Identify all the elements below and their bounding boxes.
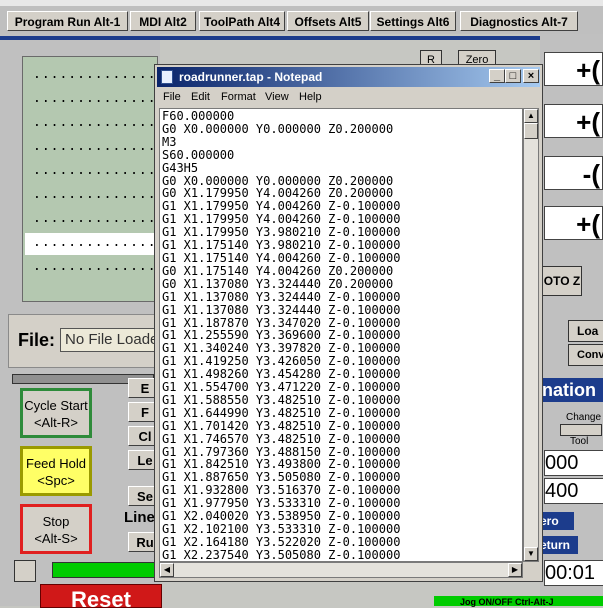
mach3-tab-strip: Program Run Alt-1 MDI Alt2 ToolPath Alt4… bbox=[0, 0, 603, 34]
tab-strip-top bbox=[0, 0, 603, 6]
line-label: Line bbox=[124, 509, 155, 526]
gcode-list-row: .............. bbox=[33, 187, 157, 202]
gcode-list-row: .............. bbox=[33, 211, 157, 226]
tab-toolpath[interactable]: ToolPath Alt4 bbox=[199, 11, 285, 31]
tool-label: Tool bbox=[570, 436, 589, 447]
notepad-window[interactable]: roadrunner.tap - Notepad _ □ × File Edit… bbox=[154, 64, 543, 582]
tab-diagnostics[interactable]: Diagnostics Alt-7 bbox=[460, 11, 578, 31]
cycle-start-button[interactable]: Cycle Start <Alt-R> bbox=[20, 388, 92, 438]
file-name-field: No File Loaded bbox=[60, 328, 160, 352]
gcode-list-row: .............. bbox=[33, 259, 157, 274]
tab-settings[interactable]: Settings Alt6 bbox=[370, 11, 456, 31]
gcode-line: G1 X1.701420 Y3.482510 Z-0.100000 bbox=[162, 418, 401, 433]
gcode-line: G1 X1.746570 Y3.482510 Z-0.100000 bbox=[162, 431, 401, 446]
gcode-line: G1 X1.137080 Y3.324440 Z-0.100000 bbox=[162, 302, 401, 317]
dro-y[interactable]: +( bbox=[544, 104, 603, 138]
change-tool-toggle[interactable] bbox=[560, 424, 602, 436]
gcode-list-row: .............. bbox=[33, 163, 157, 178]
notepad-titlebar[interactable]: roadrunner.tap - Notepad _ □ × bbox=[157, 67, 540, 87]
elapsed-time-dro: 00:01 bbox=[544, 560, 603, 586]
gcode-line: G1 X2.102100 Y3.533310 Z-0.100000 bbox=[162, 522, 401, 536]
return-button[interactable]: eturn bbox=[540, 536, 578, 554]
stop-button[interactable]: Stop <Alt-S> bbox=[20, 504, 92, 554]
reset-led bbox=[52, 562, 158, 578]
gcode-line: G1 X1.554700 Y3.471220 Z-0.100000 bbox=[162, 380, 401, 395]
goto-z-button[interactable]: OTO Z bbox=[542, 266, 582, 296]
stop-hotkey: <Alt-S> bbox=[34, 531, 78, 546]
notepad-menubar: File Edit Format View Help bbox=[157, 88, 540, 106]
gcode-line: G1 X1.175140 Y4.004260 Z-0.100000 bbox=[162, 250, 401, 265]
menu-edit[interactable]: Edit bbox=[191, 88, 210, 106]
notepad-title: roadrunner.tap - Notepad bbox=[179, 70, 323, 84]
gcode-line: G43H5 bbox=[162, 160, 199, 175]
cycle-start-label: Cycle Start bbox=[24, 398, 88, 413]
notepad-app-icon bbox=[161, 70, 173, 84]
gcode-list-row: .............. bbox=[33, 235, 157, 250]
gcode-line: S60.000000 bbox=[162, 147, 235, 162]
tab-program-run[interactable]: Program Run Alt-1 bbox=[7, 11, 128, 31]
gcode-line: M3 bbox=[162, 134, 177, 149]
file-label: File: bbox=[18, 330, 56, 350]
reset-indicator bbox=[14, 560, 36, 582]
dro-a[interactable]: +( bbox=[544, 206, 603, 240]
feed-hold-button[interactable]: Feed Hold <Spc> bbox=[20, 446, 92, 496]
tool-dro-height[interactable]: 400 bbox=[544, 478, 603, 504]
gcode-line: G0 X1.175140 Y4.004260 Z0.200000 bbox=[162, 263, 394, 278]
close-icon[interactable]: × bbox=[523, 69, 539, 83]
menu-format[interactable]: Format bbox=[221, 88, 256, 106]
menu-view[interactable]: View bbox=[265, 88, 289, 106]
tab-offsets[interactable]: Offsets Alt5 bbox=[287, 11, 369, 31]
resize-grip-icon[interactable] bbox=[523, 562, 539, 578]
dro-z[interactable]: -( bbox=[544, 156, 603, 190]
conversational-button[interactable]: Conv bbox=[568, 344, 603, 366]
gcode-list-row: .............. bbox=[33, 91, 157, 106]
gcode-list-panel[interactable]: .............. .............. ..........… bbox=[22, 56, 158, 302]
gcode-line: G1 X1.137080 Y3.324440 Z-0.100000 bbox=[162, 289, 401, 304]
scroll-left-icon[interactable]: ◀ bbox=[160, 563, 174, 577]
tool-information-header: nation bbox=[542, 378, 603, 402]
maximize-icon[interactable]: □ bbox=[505, 69, 521, 83]
zero-tool-button[interactable]: ero bbox=[540, 512, 574, 530]
menu-help[interactable]: Help bbox=[299, 88, 322, 106]
scroll-thumb[interactable] bbox=[524, 123, 538, 139]
stop-label: Stop bbox=[42, 514, 70, 529]
gcode-line: G1 X2.164180 Y3.522020 Z-0.100000 bbox=[162, 534, 401, 549]
gcode-line: G0 X1.137080 Y3.324440 Z0.200000 bbox=[162, 276, 394, 291]
gcode-line: F60.000000 bbox=[162, 109, 235, 123]
horizontal-scrollbar[interactable]: ◀ ▶ bbox=[159, 562, 523, 578]
minimize-icon[interactable]: _ bbox=[489, 69, 505, 83]
reset-button[interactable]: Reset bbox=[40, 584, 162, 608]
gcode-line: G1 X1.644990 Y3.482510 Z-0.100000 bbox=[162, 405, 401, 420]
change-label: Change bbox=[566, 412, 602, 423]
feed-hold-hotkey: <Spc> bbox=[37, 473, 75, 488]
gcode-list-row: .............. bbox=[33, 115, 157, 130]
gcode-list-row: .............. bbox=[33, 139, 157, 154]
scroll-right-icon[interactable]: ▶ bbox=[508, 563, 522, 577]
tab-mdi[interactable]: MDI Alt2 bbox=[130, 11, 196, 31]
cycle-start-hotkey: <Alt-R> bbox=[33, 415, 79, 430]
gcode-list-row: .............. bbox=[33, 67, 157, 82]
gcode-line: G1 X1.588550 Y3.482510 Z-0.100000 bbox=[162, 392, 401, 407]
header-divider bbox=[0, 36, 603, 40]
scroll-up-icon[interactable]: ▲ bbox=[524, 109, 538, 123]
notepad-text-area[interactable]: F60.000000 G0 X0.000000 Y0.000000 Z0.2000… bbox=[159, 108, 523, 562]
menu-file[interactable]: File bbox=[163, 88, 181, 106]
gcode-line: G0 X0.000000 Y0.000000 Z0.200000 bbox=[162, 121, 394, 136]
vertical-scrollbar[interactable]: ▲ ▼ bbox=[523, 108, 539, 562]
tool-dro-diameter[interactable]: 000 bbox=[544, 450, 603, 476]
feed-hold-label: Feed Hold bbox=[26, 456, 86, 471]
scroll-down-icon[interactable]: ▼ bbox=[524, 547, 538, 561]
gcode-line: G1 X2.237540 Y3.505080 Z-0.100000 bbox=[162, 547, 401, 562]
load-wizards-button[interactable]: Loa bbox=[568, 320, 603, 342]
dro-x[interactable]: +( bbox=[544, 52, 603, 86]
